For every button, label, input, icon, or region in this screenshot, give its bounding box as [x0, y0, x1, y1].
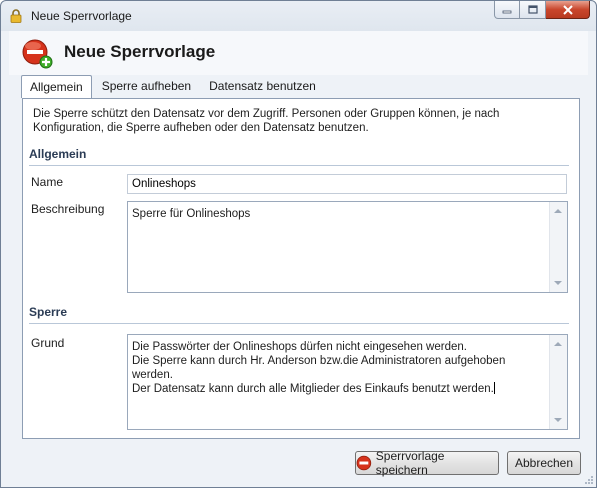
window-controls — [494, 1, 590, 20]
window-title: Neue Sperrvorlage — [31, 9, 132, 23]
cancel-button[interactable]: Abbrechen — [507, 451, 581, 475]
tab-unlock[interactable]: Sperre aufheben — [94, 76, 199, 96]
dialog-title: Neue Sperrvorlage — [64, 42, 216, 61]
section-general-heading: Allgemein — [29, 147, 569, 166]
reason-textarea-text: Die Passwörter der Onlineshops dürfen ni… — [132, 340, 547, 396]
tab-general[interactable]: Allgemein — [21, 75, 92, 98]
reason-scrollbar[interactable] — [549, 335, 567, 429]
reason-textarea[interactable]: Die Passwörter der Onlineshops dürfen ni… — [127, 334, 568, 430]
dialog-header: Neue Sperrvorlage — [9, 31, 588, 75]
lock-description-text: Die Sperre schützt den Datensatz vor dem… — [33, 108, 500, 134]
description-label: Beschreibung — [31, 202, 105, 216]
scroll-down-arrow-icon[interactable] — [554, 281, 562, 285]
reason-text: Die Passwörter der Onlineshops dürfen ni… — [132, 341, 506, 395]
name-input[interactable] — [127, 174, 567, 194]
lock-remove-icon — [356, 455, 372, 471]
lock-add-icon — [22, 39, 53, 69]
close-icon — [562, 4, 573, 15]
save-template-label: Sperrvorlage speichern — [375, 449, 445, 477]
save-template-button[interactable]: Sperrvorlage speichern — [355, 449, 499, 477]
text-caret — [493, 382, 495, 394]
scroll-down-arrow-icon[interactable] — [554, 418, 562, 422]
reason-label: Grund — [31, 336, 65, 350]
cancel-label: Abbrechen — [514, 456, 574, 470]
dialog-window: Neue Sperrvorlage Neue Sperrvorlage Allg… — [0, 0, 597, 488]
name-label: Name — [31, 175, 64, 189]
minimize-button[interactable] — [494, 1, 520, 19]
description-textarea[interactable]: Sperre für Onlineshops — [127, 201, 568, 293]
resize-grip-icon[interactable] — [584, 475, 594, 485]
maximize-button[interactable] — [520, 1, 546, 19]
description-textarea-text: Sperre für Onlineshops — [132, 208, 251, 220]
scroll-up-arrow-icon[interactable] — [554, 342, 562, 346]
tab-use-record[interactable]: Datensatz benutzen — [201, 76, 324, 96]
title-bar[interactable]: Neue Sperrvorlage — [1, 1, 596, 31]
description-scrollbar[interactable] — [549, 202, 567, 292]
tab-bar: Allgemein Sperre aufheben Datensatz benu… — [21, 75, 326, 98]
maximize-icon — [527, 4, 538, 14]
scroll-up-arrow-icon[interactable] — [554, 209, 562, 213]
minimize-icon — [502, 10, 512, 13]
lock-icon — [10, 9, 22, 23]
section-lock-heading: Sperre — [29, 305, 569, 324]
close-button[interactable] — [546, 1, 590, 19]
tab-panel-general: Die Sperre schützt den Datensatz vor dem… — [22, 98, 580, 439]
